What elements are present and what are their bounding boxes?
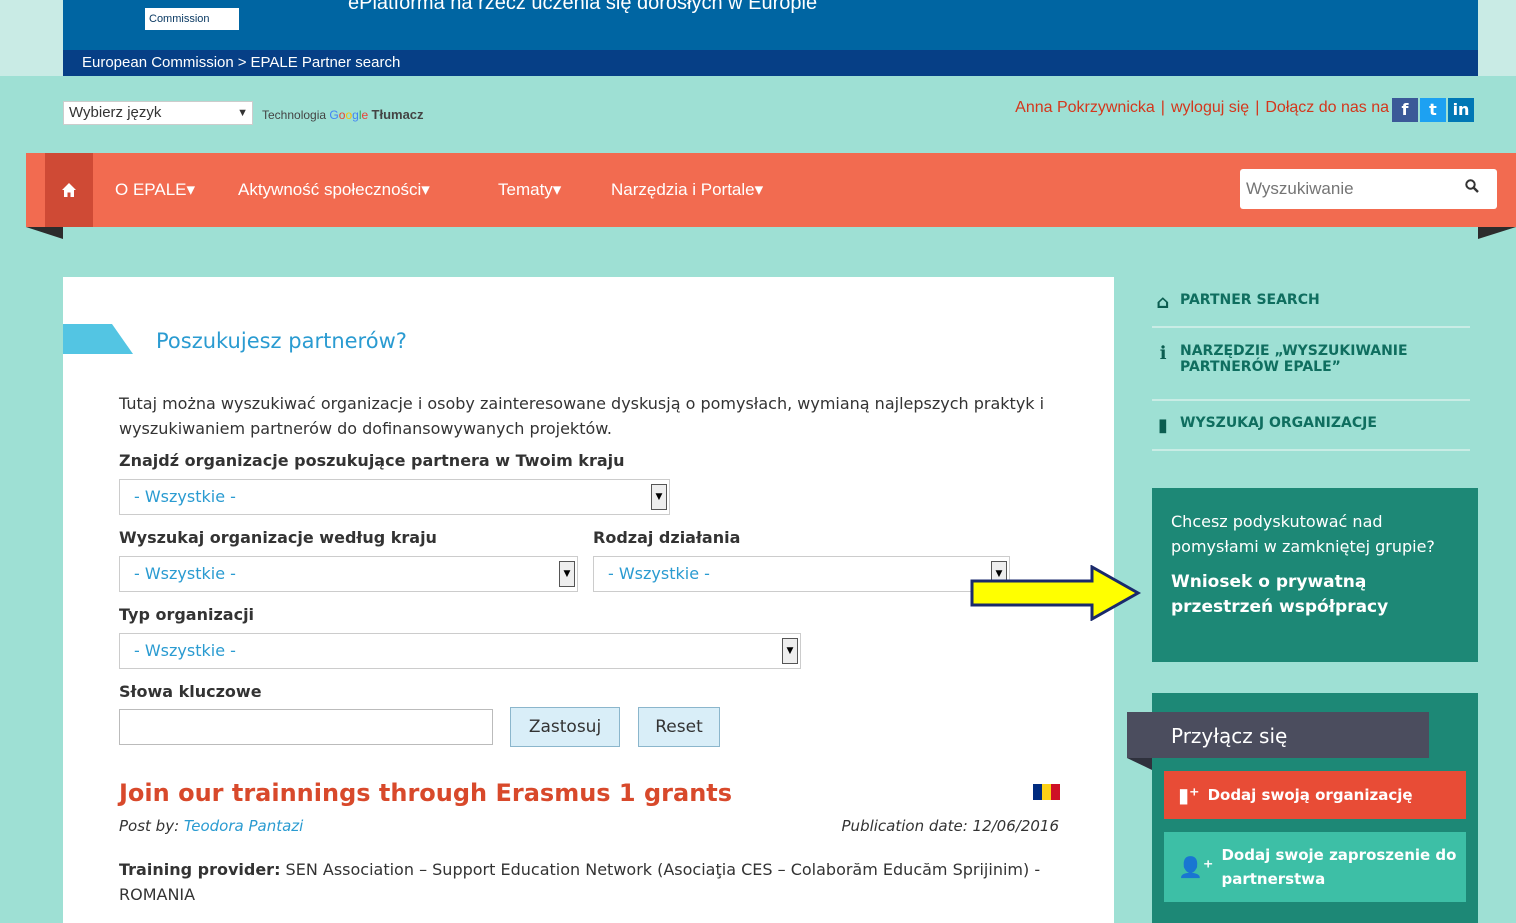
activity-label: Rodzaj działania <box>593 528 741 547</box>
join-us-label: Dołącz do nas na <box>1265 99 1389 116</box>
sidebar-link-label: NARZĘDZIE „WYSZUKIWANIE PARTNERÓW EPALE” <box>1180 343 1408 375</box>
home-icon: ⌂ <box>1156 292 1170 313</box>
private-space-link[interactable]: Wniosek o prywatną przestrzeń współpracy <box>1171 570 1471 620</box>
add-org-label: Dodaj swoją organizację <box>1207 786 1413 804</box>
org-country-select[interactable]: - Wszystkie - ▼ <box>119 556 578 592</box>
breadcrumb-partner-search[interactable]: EPALE Partner search <box>251 54 401 71</box>
keywords-label: Słowa kluczowe <box>119 682 262 701</box>
commission-logo[interactable]: Commission <box>145 8 239 30</box>
info-icon: ℹ <box>1159 343 1167 364</box>
post-by-label: Post by: <box>119 817 180 835</box>
powered-by-label: Technologia <box>262 108 327 122</box>
linkedin-icon[interactable]: in <box>1448 98 1474 122</box>
nav-item-aktywnosc[interactable]: Aktywność społeczności▾ <box>238 153 430 227</box>
pub-date-value: 12/06/2016 <box>972 817 1059 835</box>
country-partner-value: - Wszystkie - <box>134 487 236 506</box>
nav-item-o-epale[interactable]: O EPALE▾ <box>115 153 195 227</box>
dropdown-arrow-icon: ▼ <box>782 638 798 664</box>
dropdown-arrow-icon: ▼ <box>237 107 248 119</box>
sidebar-link-label: PARTNER SEARCH <box>1180 292 1320 308</box>
nav-item-narzedzia[interactable]: Narzędzia i Portale▾ <box>611 153 763 227</box>
search-icon[interactable] <box>1465 178 1479 198</box>
add-invitation-button[interactable]: 👤⁺ Dodaj swoje zaproszenie do partnerstw… <box>1164 832 1466 902</box>
language-select[interactable]: Wybierz język ▼ <box>63 101 253 125</box>
social-links: f t in <box>1392 98 1474 122</box>
breadcrumb-separator: > <box>237 54 247 71</box>
sidebar-item-partner-tool[interactable]: ℹ NARZĘDZIE „WYSZUKIWANIE PARTNERÓW EPAL… <box>1152 343 1470 401</box>
nav-fold-right <box>1478 227 1516 239</box>
home-icon[interactable] <box>45 153 93 227</box>
add-user-icon: 👤⁺ <box>1178 855 1214 879</box>
header-left-margin <box>0 0 63 76</box>
main-content: Poszukujesz partnerów? Tutaj można wyszu… <box>63 277 1114 923</box>
user-bar: Anna Pokrzywnicka | wyloguj się | Dołącz do … <box>1015 99 1389 116</box>
site-tagline: ePlatforma na rzecz uczenia się dorosłyc… <box>348 0 818 14</box>
nav-item-tematy[interactable]: Tematy▾ <box>498 153 561 227</box>
breadcrumb: European Commission > EPALE Partner search <box>63 50 1478 76</box>
header-right-margin <box>1478 0 1516 76</box>
add-building-icon: ▮⁺ <box>1178 783 1200 807</box>
org-type-select[interactable]: - Wszystkie - ▼ <box>119 633 801 669</box>
country-partner-select[interactable]: - Wszystkie - ▼ <box>119 479 670 515</box>
sidebar-item-search-orgs[interactable]: ▮ WYSZUKAJ ORGANIZACJE <box>1152 415 1470 451</box>
add-organisation-button[interactable]: ▮⁺ Dodaj swoją organizację <box>1164 771 1466 819</box>
training-provider: Training provider: SEN Association – Sup… <box>119 857 1069 907</box>
post-author: Post by: Teodora Pantazi <box>119 817 303 835</box>
language-select-value: Wybierz język <box>69 104 162 121</box>
translate-label[interactable]: Tłumacz <box>372 107 424 122</box>
annotation-arrow-icon <box>970 564 1142 625</box>
activity-select[interactable]: - Wszystkie - ▼ <box>593 556 1010 592</box>
join-fold <box>1127 758 1152 770</box>
page-title: Poszukujesz partnerów? <box>156 329 407 353</box>
title-ribbon <box>63 324 133 354</box>
search-input[interactable] <box>1240 169 1438 209</box>
private-space-box: Chcesz podyskutować nad pomysłami w zamk… <box>1152 488 1478 662</box>
org-type-value: - Wszystkie - <box>134 641 236 660</box>
keywords-input[interactable] <box>119 709 493 745</box>
main-nav: O EPALE▾ Aktywność społeczności▾ Tematy▾… <box>26 153 1516 227</box>
top-header: Commission ePlatforma na rzecz uczenia s… <box>63 0 1478 76</box>
intro-text: Tutaj można wyszukiwać organizacje i oso… <box>119 394 1045 438</box>
twitter-icon[interactable]: t <box>1420 98 1446 122</box>
search-box <box>1240 169 1497 209</box>
nav-fold-left <box>26 227 63 239</box>
logout-link[interactable]: wyloguj się <box>1171 99 1249 116</box>
username-link[interactable]: Anna Pokrzywnicka <box>1015 99 1155 116</box>
reset-button[interactable]: Reset <box>638 707 720 747</box>
org-country-label: Wyszukaj organizacje według kraju <box>119 528 437 547</box>
romania-flag-icon <box>1033 784 1060 800</box>
join-title: Przyłącz się <box>1127 712 1429 758</box>
breadcrumb-european-commission[interactable]: European Commission <box>82 54 234 71</box>
apply-button[interactable]: Zastosuj <box>510 707 620 747</box>
sidebar-item-partner-search[interactable]: ⌂ PARTNER SEARCH <box>1152 292 1470 328</box>
country-partner-label: Znajdź organizacje poszukujące partnera … <box>119 451 625 470</box>
google-logo[interactable]: Google <box>329 108 368 122</box>
private-space-question: Chcesz podyskutować nad pomysłami w zamk… <box>1171 512 1435 556</box>
add-invite-label: Dodaj swoje zaproszenie do partnerstwa <box>1221 846 1457 888</box>
dropdown-arrow-icon: ▼ <box>559 561 575 587</box>
author-link[interactable]: Teodora Pantazi <box>184 817 303 835</box>
dropdown-arrow-icon: ▼ <box>651 484 667 510</box>
post-title[interactable]: Join our trainnings through Erasmus 1 gr… <box>119 779 732 807</box>
google-translate-credit: Technologia Google Tłumacz <box>262 107 424 122</box>
org-country-value: - Wszystkie - <box>134 564 236 583</box>
pub-label: Publication date: <box>841 817 968 835</box>
building-icon: ▮ <box>1158 415 1168 436</box>
org-type-label: Typ organizacji <box>119 605 255 624</box>
publication-date: Publication date: 12/06/2016 <box>842 817 1059 835</box>
facebook-icon[interactable]: f <box>1392 98 1418 122</box>
sidebar-link-label: WYSZUKAJ ORGANIZACJE <box>1180 415 1377 431</box>
provider-label: Training provider: <box>119 860 281 879</box>
activity-value: - Wszystkie - <box>608 564 710 583</box>
